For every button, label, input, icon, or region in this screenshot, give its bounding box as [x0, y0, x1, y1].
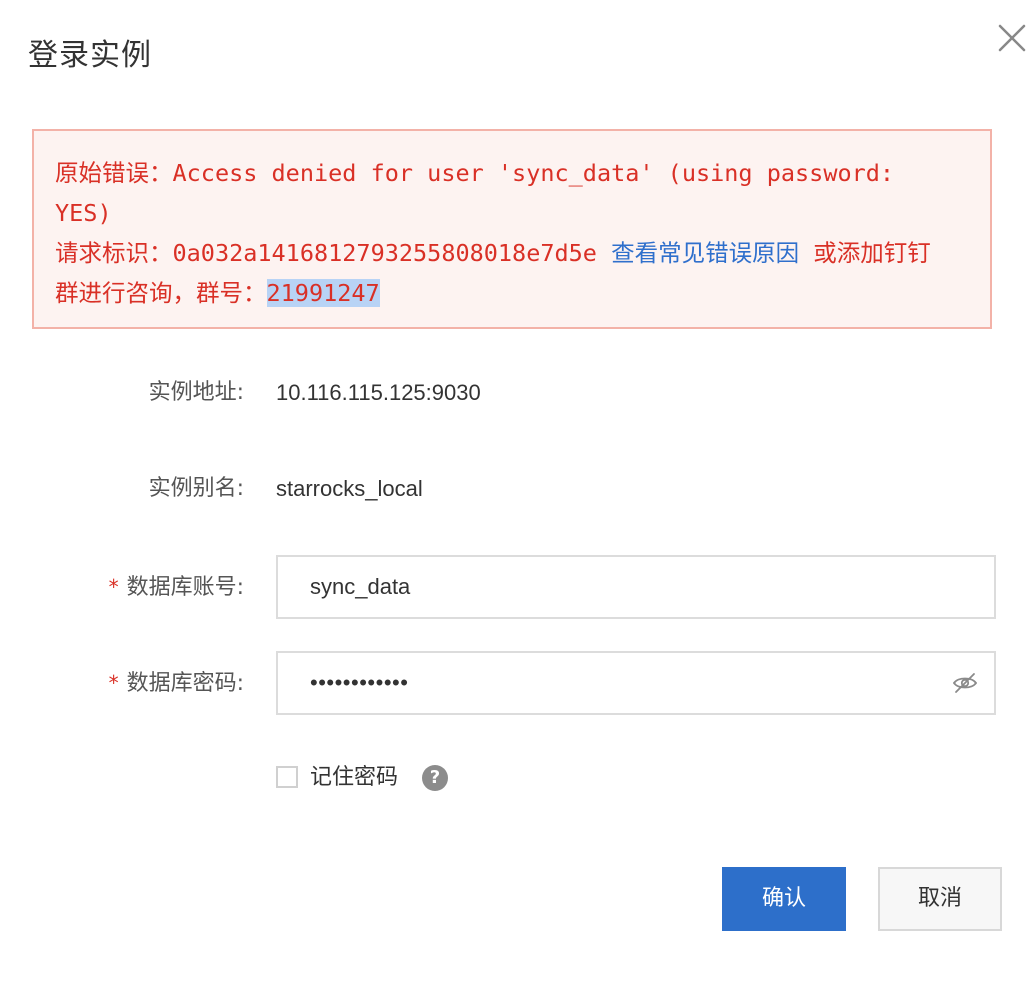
alias-label: 实例别名: [148, 476, 244, 501]
eye-off-icon[interactable] [952, 670, 978, 696]
remember-password-label[interactable]: 记住密码 [310, 760, 398, 796]
password-label: * 数据库密码: [109, 651, 244, 715]
account-label: * 数据库账号: [109, 555, 244, 619]
account-input-value: sync_data [310, 574, 411, 599]
confirm-button[interactable]: 确认 [722, 867, 846, 931]
login-instance-dialog: 登录实例 原始错误：Access denied for user 'sync_d… [0, 0, 1030, 986]
alias-value: starrocks_local [276, 476, 423, 501]
remember-password-checkbox[interactable] [276, 766, 298, 788]
common-errors-link[interactable]: 查看常见错误原因 [611, 239, 799, 267]
alias-row: 实例别名: starrocks_local [0, 457, 1030, 521]
password-input-value: •••••••••••• [310, 670, 409, 695]
cancel-button[interactable]: 取消 [878, 867, 1002, 931]
required-mark: * [108, 671, 119, 695]
group-number[interactable]: 21991247 [266, 279, 380, 307]
address-value: 10.116.115.125:9030 [276, 380, 481, 405]
close-icon[interactable] [996, 22, 1028, 54]
error-alert: 原始错误：Access denied for user 'sync_data' … [32, 129, 992, 329]
password-row: * 数据库密码: •••••••••••• [0, 651, 1030, 715]
password-label-text: 数据库密码: [126, 671, 244, 696]
request-id: 0a032a1416812793255808018e7d5e [172, 239, 597, 267]
error-original-line: 原始错误：Access denied for user 'sync_data' … [55, 159, 895, 187]
account-label-text: 数据库账号: [126, 575, 244, 600]
account-input[interactable]: sync_data [276, 555, 996, 619]
required-mark: * [108, 575, 119, 599]
password-input[interactable]: •••••••••••• [276, 651, 996, 715]
error-group-line: 群进行咨询，群号：21991247 [55, 273, 970, 313]
question-circle-icon[interactable]: ? [422, 765, 448, 791]
error-original-line-cont: YES) [55, 199, 112, 227]
group-prefix: 群进行咨询，群号： [55, 279, 267, 307]
dialog-title: 登录实例 [28, 38, 152, 73]
address-label: 实例地址: [148, 380, 244, 405]
account-row: * 数据库账号: sync_data [0, 555, 1030, 619]
error-request-line: 请求标识：0a032a1416812793255808018e7d5e 查看常见… [55, 233, 970, 273]
error-suffix: 或添加钉钉 [799, 239, 931, 267]
address-row: 实例地址: 10.116.115.125:9030 [0, 361, 1030, 425]
request-id-prefix: 请求标识： [55, 239, 173, 267]
